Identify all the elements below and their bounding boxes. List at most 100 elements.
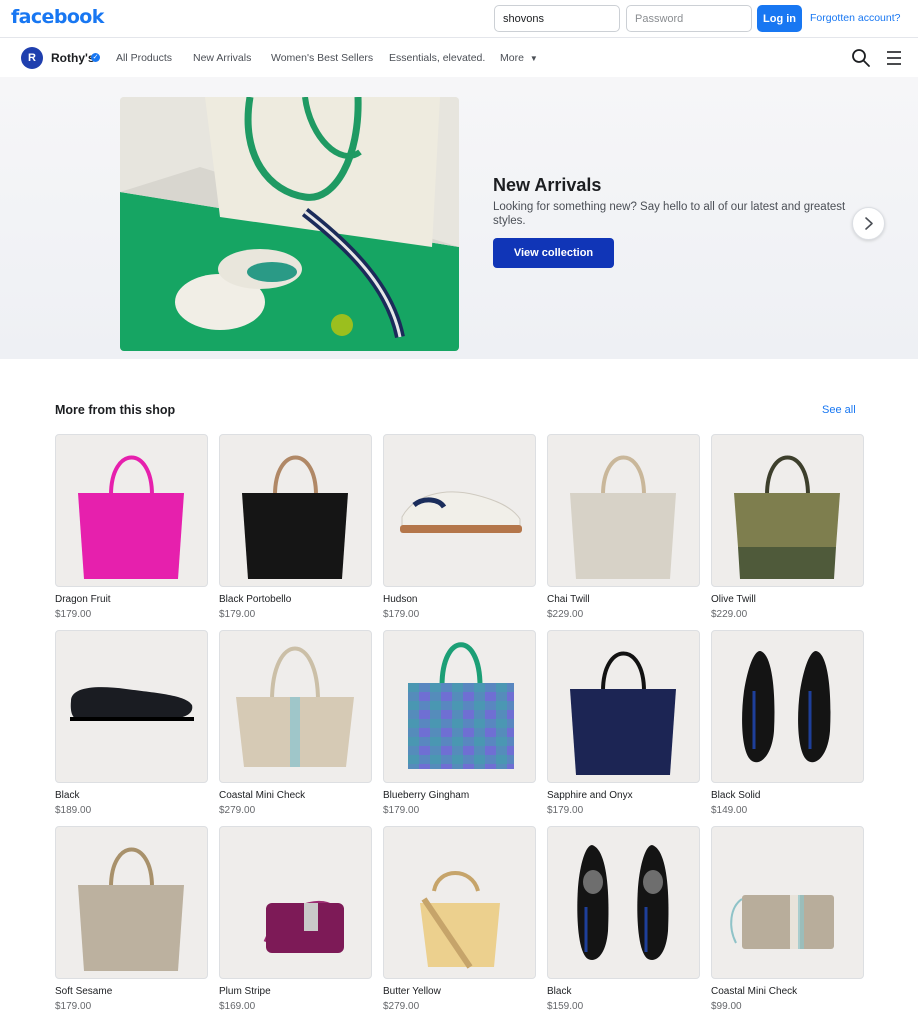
product-price: $179.00 xyxy=(219,609,256,620)
product-name[interactable]: Dragon Fruit xyxy=(55,594,111,605)
product-name[interactable]: Black xyxy=(547,986,571,997)
product-illustration xyxy=(70,687,194,721)
product-card[interactable]: Black $159.00 xyxy=(547,826,700,1016)
nav-new-arrivals[interactable]: New Arrivals xyxy=(193,52,251,64)
verified-badge-icon: ✓ xyxy=(91,53,100,62)
product-illustration xyxy=(263,900,344,953)
product-card[interactable]: Butter Yellow $279.00 xyxy=(383,826,536,1016)
forgotten-account-link[interactable]: Forgotten account? xyxy=(810,12,900,24)
product-image[interactable] xyxy=(711,630,864,783)
product-name[interactable]: Black Portobello xyxy=(219,594,291,605)
product-card[interactable]: Soft Sesame $179.00 xyxy=(55,826,208,1016)
product-price: $189.00 xyxy=(55,805,92,816)
product-image[interactable] xyxy=(55,630,208,783)
product-price: $279.00 xyxy=(383,1001,420,1012)
product-card[interactable]: Blueberry Gingham $179.00 xyxy=(383,630,536,820)
product-card[interactable]: Black $189.00 xyxy=(55,630,208,820)
shop-logo[interactable]: R xyxy=(21,47,43,69)
product-name[interactable]: Olive Twill xyxy=(711,594,756,605)
product-card[interactable]: Hudson $179.00 xyxy=(383,434,536,624)
see-all-link[interactable]: See all xyxy=(822,404,856,416)
product-illustration xyxy=(408,642,514,769)
product-price: $179.00 xyxy=(55,609,92,620)
product-name[interactable]: Sapphire and Onyx xyxy=(547,790,633,801)
product-card[interactable]: Coastal Mini Check $99.00 xyxy=(711,826,864,1016)
product-illustration xyxy=(570,455,676,579)
product-name[interactable]: Chai Twill xyxy=(547,594,590,605)
product-image[interactable] xyxy=(55,434,208,587)
product-card[interactable]: Plum Stripe $169.00 xyxy=(219,826,372,1016)
product-name[interactable]: Plum Stripe xyxy=(219,986,271,997)
shop-nav: R Rothy's ✓ All Products New Arrivals Wo… xyxy=(0,39,918,77)
product-name[interactable]: Black xyxy=(55,790,79,801)
caret-down-icon: ▼ xyxy=(529,54,538,63)
product-image[interactable] xyxy=(383,434,536,587)
nav-more[interactable]: More ▼ xyxy=(500,52,538,64)
product-price: $179.00 xyxy=(383,805,420,816)
product-illustration xyxy=(570,651,676,775)
product-image[interactable] xyxy=(219,434,372,587)
nav-essentials-elevated[interactable]: Essentials, elevated. xyxy=(389,52,485,64)
shop-name[interactable]: Rothy's xyxy=(51,51,95,65)
product-price: $179.00 xyxy=(55,1001,92,1012)
hero-title: New Arrivals xyxy=(493,175,602,195)
view-collection-button[interactable]: View collection xyxy=(493,238,614,268)
product-card[interactable]: Chai Twill $229.00 xyxy=(547,434,700,624)
search-icon[interactable] xyxy=(851,48,871,68)
product-name[interactable]: Coastal Mini Check xyxy=(711,986,797,997)
product-name[interactable]: Blueberry Gingham xyxy=(383,790,469,801)
product-card[interactable]: Coastal Mini Check $279.00 xyxy=(219,630,372,820)
product-illustration xyxy=(742,651,831,763)
hero-image[interactable] xyxy=(120,97,459,351)
product-image[interactable] xyxy=(711,434,864,587)
product-illustration xyxy=(420,871,500,969)
product-image[interactable] xyxy=(55,826,208,979)
facebook-logo[interactable]: facebook xyxy=(11,6,104,28)
product-image[interactable] xyxy=(383,630,536,783)
product-illustration xyxy=(236,646,354,767)
product-price: $179.00 xyxy=(547,805,584,816)
nav-all-products[interactable]: All Products xyxy=(116,52,172,64)
product-image[interactable] xyxy=(219,630,372,783)
section-title: More from this shop xyxy=(55,403,176,417)
product-price: $179.00 xyxy=(383,609,420,620)
product-card[interactable]: Dragon Fruit $179.00 xyxy=(55,434,208,624)
product-price: $99.00 xyxy=(711,1001,742,1012)
facebook-top-bar: facebook Log in Forgotten account? xyxy=(0,0,918,38)
product-price: $149.00 xyxy=(711,805,748,816)
product-image[interactable] xyxy=(547,826,700,979)
product-price: $159.00 xyxy=(547,1001,584,1012)
product-image[interactable] xyxy=(547,630,700,783)
product-price: $169.00 xyxy=(219,1001,256,1012)
product-image[interactable] xyxy=(219,826,372,979)
product-name[interactable]: Butter Yellow xyxy=(383,986,441,997)
product-illustration xyxy=(242,455,348,579)
product-card[interactable]: Black Solid $149.00 xyxy=(711,630,864,820)
product-illustration xyxy=(577,845,669,960)
product-price: $229.00 xyxy=(547,609,584,620)
chevron-right-icon xyxy=(865,217,873,230)
product-illustration xyxy=(78,847,184,971)
password-field[interactable] xyxy=(626,5,752,32)
product-card[interactable]: Black Portobello $179.00 xyxy=(219,434,372,624)
product-illustration xyxy=(734,455,840,579)
hero-subtitle: Looking for something new? Say hello to … xyxy=(493,201,846,227)
product-image[interactable] xyxy=(547,434,700,587)
product-illustration xyxy=(78,455,184,579)
nav-womens-best-sellers[interactable]: Women's Best Sellers xyxy=(271,52,373,64)
product-name[interactable]: Black Solid xyxy=(711,790,760,801)
menu-icon[interactable] xyxy=(884,48,904,68)
product-card[interactable]: Olive Twill $229.00 xyxy=(711,434,864,624)
product-name[interactable]: Coastal Mini Check xyxy=(219,790,305,801)
product-name[interactable]: Soft Sesame xyxy=(55,986,112,997)
product-image[interactable] xyxy=(711,826,864,979)
product-name[interactable]: Hudson xyxy=(383,594,417,605)
login-button[interactable]: Log in xyxy=(757,5,802,32)
hero-banner: New Arrivals Looking for something new? … xyxy=(0,77,918,359)
carousel-next-button[interactable] xyxy=(852,207,885,240)
product-price: $279.00 xyxy=(219,805,256,816)
email-field[interactable] xyxy=(494,5,620,32)
product-card[interactable]: Sapphire and Onyx $179.00 xyxy=(547,630,700,820)
product-price: $229.00 xyxy=(711,609,748,620)
product-image[interactable] xyxy=(383,826,536,979)
